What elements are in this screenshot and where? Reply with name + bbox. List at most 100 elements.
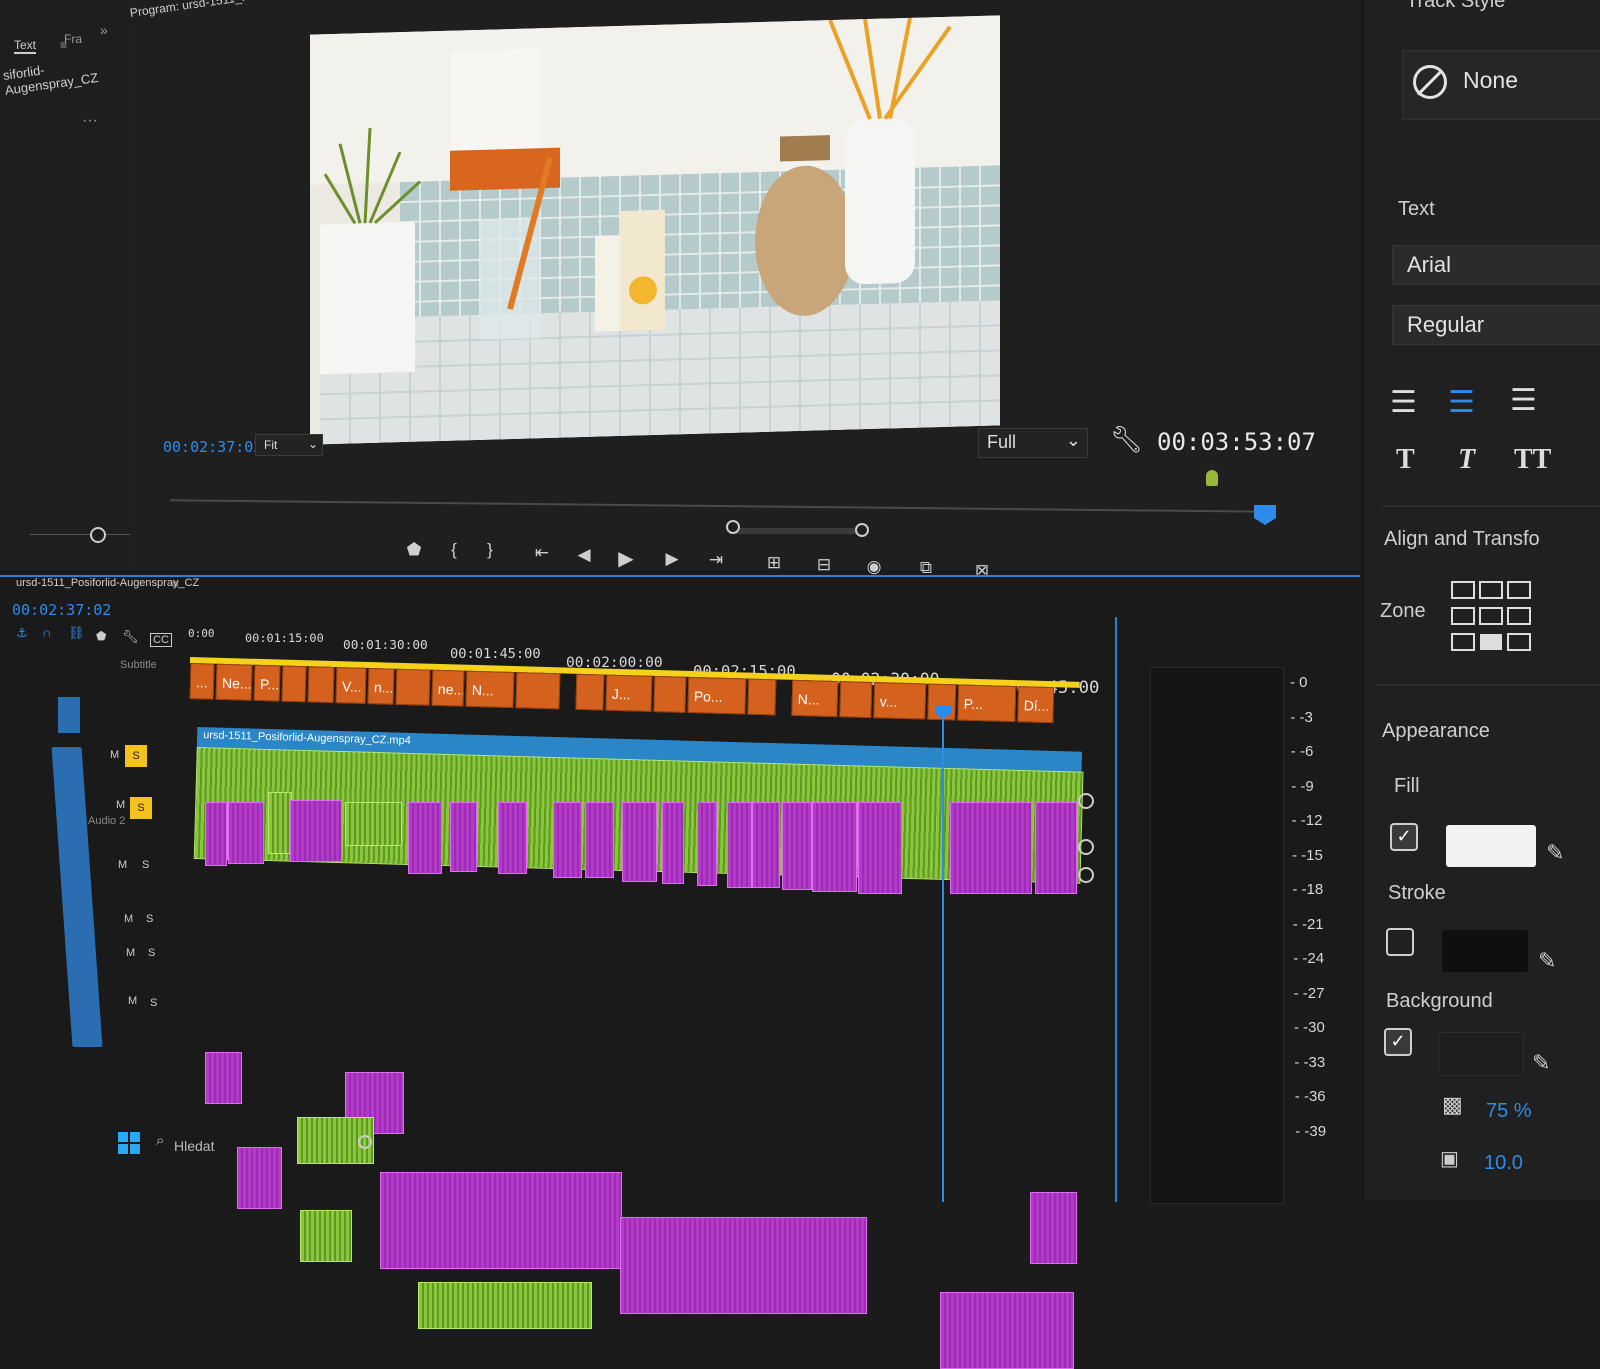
- fill-checkbox[interactable]: ✓: [1390, 823, 1418, 851]
- audio-clip-purple[interactable]: [950, 802, 1032, 894]
- background-color-swatch[interactable]: [1438, 1032, 1524, 1076]
- zoom-scrollbar-right-handle[interactable]: [855, 523, 869, 537]
- go-to-out-icon[interactable]: ⇥: [702, 550, 730, 570]
- audio-clip-purple[interactable]: [752, 802, 780, 888]
- audio-clip-purple[interactable]: [290, 800, 342, 862]
- add-marker-icon[interactable]: ⬟: [400, 540, 428, 560]
- faux-italic-button[interactable]: T: [1458, 444, 1475, 476]
- eyedropper-icon[interactable]: ✎: [1546, 840, 1564, 866]
- audio-clip-green[interactable]: [300, 1210, 352, 1262]
- background-label: Background: [1386, 990, 1493, 1012]
- timeline-focus-border: [1115, 617, 1117, 1202]
- audio-clip-purple[interactable]: [498, 802, 527, 874]
- audio-clip-purple[interactable]: [620, 1217, 867, 1314]
- track-height-handle[interactable]: [1078, 793, 1094, 809]
- meter-scale-label: - -15: [1292, 846, 1323, 864]
- zoom-scrollbar[interactable]: [730, 528, 860, 534]
- resolution-select-value: Full: [987, 432, 1017, 452]
- tab-text[interactable]: Text: [14, 38, 37, 54]
- zoom-handle[interactable]: [90, 527, 106, 543]
- audio-clip-purple[interactable]: [380, 1172, 622, 1269]
- all-caps-button[interactable]: TT: [1514, 444, 1551, 476]
- faux-bold-button[interactable]: T: [1396, 444, 1415, 476]
- track-height-handle[interactable]: [1078, 839, 1094, 855]
- audio-clip-purple[interactable]: [205, 1052, 242, 1104]
- taskbar: ⌕ Hledat: [60, 1120, 360, 1200]
- audio-clip-purple[interactable]: [662, 802, 684, 884]
- audio-clip-purple[interactable]: [782, 802, 812, 890]
- opacity-value[interactable]: 75 %: [1486, 1100, 1532, 1123]
- step-forward-icon[interactable]: ▶︎: [658, 549, 686, 569]
- zoom-scrollbar-left-handle[interactable]: [726, 520, 740, 534]
- fill-color-swatch[interactable]: [1446, 825, 1536, 867]
- stroke-color-swatch[interactable]: [1442, 930, 1528, 972]
- align-left-icon[interactable]: ☰: [1390, 385, 1417, 420]
- audio-clip-purple[interactable]: [1030, 1192, 1077, 1264]
- zone-grid[interactable]: [1450, 580, 1534, 656]
- font-family-value: Arial: [1407, 252, 1452, 277]
- align-center-icon[interactable]: ☰: [1448, 385, 1475, 420]
- audio-clip-purple[interactable]: [858, 802, 902, 894]
- audio-clip-purple[interactable]: [1035, 802, 1077, 894]
- audio-clip-purple[interactable]: [812, 802, 857, 892]
- audio-clip-purple[interactable]: [727, 802, 752, 888]
- more-options-icon[interactable]: ···: [82, 112, 98, 130]
- size-icon: ▣: [1440, 1148, 1459, 1170]
- align-right-icon[interactable]: ☰: [1510, 383, 1537, 418]
- audio-clip-purple[interactable]: [622, 802, 657, 882]
- search-icon[interactable]: ⌕: [156, 1132, 164, 1149]
- audio-clip-green[interactable]: [345, 802, 402, 846]
- track-height-handle[interactable]: [1078, 867, 1094, 883]
- fit-select-value: Fit: [264, 438, 278, 452]
- video-frame-image: [310, 15, 1000, 445]
- wrench-icon[interactable]: 🔧︎: [1110, 424, 1143, 455]
- audio-clip-purple[interactable]: [940, 1292, 1074, 1369]
- font-family-select[interactable]: Arial: [1392, 245, 1600, 285]
- audio-clip-purple[interactable]: [450, 802, 477, 872]
- windows-start-icon[interactable]: [118, 1132, 140, 1154]
- audio-clip-green[interactable]: [418, 1282, 592, 1329]
- lift-icon[interactable]: ⊞: [760, 553, 788, 573]
- meter-scale-label: - -9: [1291, 777, 1314, 795]
- mark-out-icon[interactable]: }: [476, 540, 504, 560]
- extract-icon[interactable]: ⊟: [810, 555, 838, 575]
- source-clip-name: siforlid-Augenspray_CZ: [1, 62, 100, 98]
- meter-scale-label: - -3: [1290, 708, 1313, 726]
- taskbar-search-label[interactable]: Hledat: [174, 1138, 214, 1154]
- camera-icon[interactable]: ◉: [860, 557, 888, 577]
- program-current-timecode[interactable]: 00:02:37:02: [163, 438, 262, 456]
- track-style-select[interactable]: None: [1402, 50, 1600, 120]
- eyedropper-icon[interactable]: ✎: [1532, 1050, 1550, 1076]
- play-icon[interactable]: ▶︎: [612, 546, 640, 571]
- audio-meter-scale: - 0 - -3 - -6 - -9 - -12 - -15 - -18 - -21 - -24…: [1282, 674, 1332, 1202]
- source-panel: Text ≡ Fra » siforlid-Augenspray_CZ ···: [0, 0, 131, 570]
- timeline-scroll-handle[interactable]: [358, 1135, 372, 1149]
- stroke-checkbox[interactable]: [1386, 928, 1414, 956]
- audio-clip-purple[interactable]: [408, 802, 442, 874]
- resolution-select[interactable]: Full ⌄: [978, 428, 1088, 458]
- eyedropper-icon[interactable]: ✎: [1538, 948, 1556, 974]
- zone-grid-icon: [1451, 581, 1531, 651]
- audio-clip-purple[interactable]: [553, 802, 582, 878]
- tab-frame[interactable]: Fra: [64, 32, 82, 46]
- zoom-track: [30, 534, 130, 535]
- audio-clip-purple[interactable]: [228, 802, 264, 864]
- mark-in-icon[interactable]: {: [440, 540, 468, 560]
- background-checkbox[interactable]: ✓: [1384, 1028, 1412, 1056]
- meter-scale-label: - -39: [1295, 1122, 1327, 1140]
- go-to-in-icon[interactable]: ⇤: [528, 543, 556, 563]
- meter-scale-label: - -18: [1292, 881, 1324, 898]
- font-style-select[interactable]: Regular: [1392, 305, 1600, 345]
- meter-scale-label: - -6: [1290, 743, 1314, 760]
- step-back-icon[interactable]: ◀︎: [570, 545, 598, 565]
- opacity-icon: ▩: [1442, 1092, 1463, 1117]
- audio-clip-green[interactable]: [268, 792, 292, 854]
- audio-clip-purple[interactable]: [585, 802, 614, 878]
- audio-clip-purple[interactable]: [697, 802, 717, 886]
- size-value[interactable]: 10.0: [1484, 1152, 1523, 1175]
- marker-icon[interactable]: [1206, 470, 1218, 486]
- audio-clip-purple[interactable]: [205, 802, 227, 866]
- overflow-chevron-icon[interactable]: »: [100, 22, 108, 38]
- fit-select[interactable]: Fit ⌄: [255, 434, 323, 456]
- program-monitor-title[interactable]: Program: ursd-1511_Posiforlid-Aug: [129, 0, 316, 20]
